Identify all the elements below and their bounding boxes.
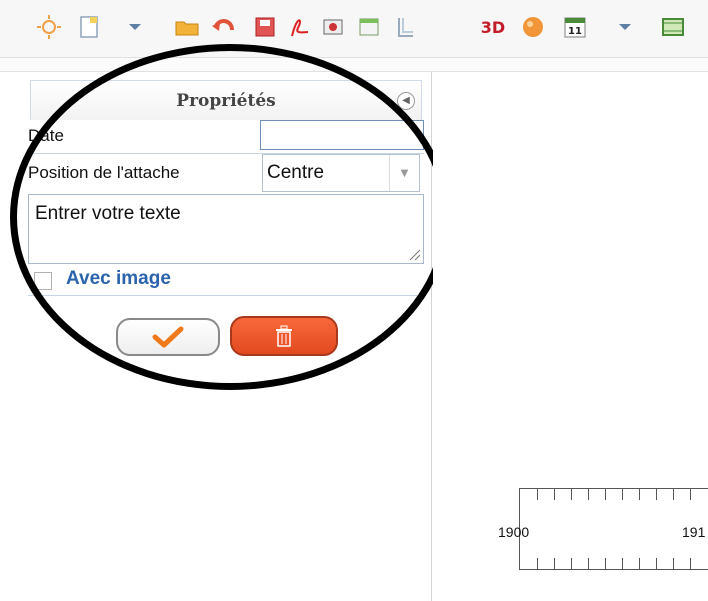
- with-image-row: Avec image: [28, 266, 424, 296]
- ruler-tick: [639, 558, 640, 570]
- date-input[interactable]: [260, 120, 424, 150]
- frame-icon[interactable]: [392, 14, 418, 40]
- panel-title: Propriétés: [176, 91, 276, 111]
- ruler-tick: [537, 558, 538, 570]
- with-image-checkbox[interactable]: [34, 272, 52, 290]
- ruler-tick: [571, 558, 572, 570]
- toolbar: 3D 11: [0, 0, 708, 58]
- ruler-tick: [690, 558, 691, 570]
- dropdown-arrow-icon[interactable]: [122, 14, 148, 40]
- ruler-tick: [690, 488, 691, 500]
- open-folder-icon[interactable]: [174, 14, 200, 40]
- new-document-icon[interactable]: [76, 14, 102, 40]
- sphere-icon[interactable]: [520, 14, 546, 40]
- trash-icon: [276, 325, 292, 347]
- ruler-tick: [605, 558, 606, 570]
- 3d-icon[interactable]: 3D: [478, 16, 508, 38]
- ruler-tick: [673, 558, 674, 570]
- ruler-tick: [656, 488, 657, 500]
- undo-icon[interactable]: [210, 14, 236, 40]
- text-input[interactable]: Entrer votre texte: [28, 194, 424, 264]
- ruler-tick: [537, 488, 538, 500]
- select-value: Centre: [267, 162, 325, 183]
- save-icon[interactable]: [252, 14, 278, 40]
- toolbar-divider: [0, 58, 708, 72]
- ruler-label-191: 191: [682, 524, 706, 540]
- resize-grip-icon[interactable]: [407, 247, 421, 261]
- ruler-tick: [588, 558, 589, 570]
- svg-text:11: 11: [568, 26, 582, 37]
- attachment-position-label: Position de l'attache: [28, 163, 180, 182]
- chevron-down-icon[interactable]: ▼: [389, 155, 419, 191]
- attachment-position-select[interactable]: Centre ▼: [262, 154, 420, 192]
- sun-icon[interactable]: [36, 14, 62, 40]
- ruler-tick: [554, 558, 555, 570]
- attachment-position-row: Position de l'attache Centre ▼: [28, 154, 424, 194]
- ruler-tick: [622, 488, 623, 500]
- checkmark-icon: [152, 326, 184, 348]
- ruler-tick: [656, 558, 657, 570]
- film-icon[interactable]: [660, 14, 686, 40]
- date-row: Date: [28, 120, 424, 154]
- collapse-icon[interactable]: ◀: [397, 92, 415, 110]
- calendar-icon[interactable]: 11: [562, 14, 588, 40]
- timeline-ruler: 1900 191: [498, 488, 708, 570]
- text-input-content: Entrer votre texte: [35, 203, 181, 224]
- window-icon[interactable]: [356, 14, 382, 40]
- ruler-tick: [622, 558, 623, 570]
- confirm-button[interactable]: [116, 318, 220, 356]
- ruler-tick: [673, 488, 674, 500]
- pdf-icon[interactable]: [286, 14, 312, 40]
- properties-panel: Propriétés ◀ Date Position de l'attache …: [0, 72, 432, 601]
- dropdown-arrow-icon[interactable]: [612, 14, 638, 40]
- ruler-top-line: [520, 488, 708, 489]
- ruler-bottom-line: [520, 569, 708, 570]
- with-image-label[interactable]: Avec image: [66, 268, 171, 290]
- panel-header: Propriétés ◀: [30, 80, 422, 120]
- ruler-label-1900: 1900: [498, 524, 530, 540]
- image-icon[interactable]: [320, 14, 346, 40]
- ruler-tick: [571, 488, 572, 500]
- ruler-tick: [554, 488, 555, 500]
- ruler-tick: [639, 488, 640, 500]
- ruler-tick: [605, 488, 606, 500]
- date-label: Date: [28, 126, 64, 145]
- ruler-tick: [588, 488, 589, 500]
- delete-button[interactable]: [230, 316, 338, 356]
